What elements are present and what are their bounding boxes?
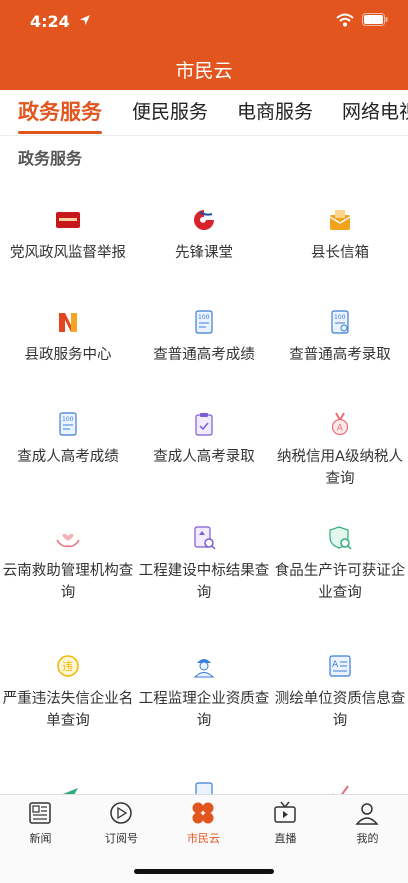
tabbar-item-live[interactable]: 直播: [245, 795, 326, 851]
user-icon: [355, 803, 379, 825]
service-item-partial-2[interactable]: [136, 764, 272, 794]
tabbar-item-news[interactable]: 新闻: [0, 795, 81, 851]
service-item-pioneer-class[interactable]: 先锋课堂: [136, 190, 272, 292]
status-time: 4:24: [30, 12, 70, 31]
tab-ecommerce-services[interactable]: 电商服务: [237, 90, 313, 135]
service-center-logo-icon: [59, 313, 77, 332]
news-icon: [29, 802, 51, 824]
document-icon: [195, 782, 213, 794]
document-search-icon: [194, 526, 216, 550]
tab-network-tv[interactable]: 网络电视: [342, 90, 408, 135]
service-item-service-center[interactable]: 县政服务中心: [0, 292, 136, 394]
clover-icon: [192, 802, 214, 824]
service-item-rescue-agency[interactable]: 云南救助管理机构查询: [0, 508, 136, 610]
section-title: 政务服务: [18, 149, 83, 168]
battery-icon: [362, 13, 388, 26]
hands-heart-icon: [56, 533, 80, 548]
check-icon: [332, 785, 349, 794]
location-arrow-icon: [80, 15, 90, 25]
violation-badge-icon: 违: [57, 655, 79, 677]
subscription-icon: [110, 802, 132, 824]
service-item-dishonest-enterprise[interactable]: 违 严重违法失信企业名单查询: [0, 636, 136, 738]
page-title: 市民云: [175, 60, 233, 82]
svg-text:违: 违: [62, 660, 73, 673]
service-item-discipline-report[interactable]: 党风政风监督举报: [0, 190, 136, 292]
active-tab-indicator: [18, 131, 102, 134]
tabbar-item-subscription[interactable]: 订阅号: [81, 795, 162, 851]
category-tabs: 政务服务 便民服务 电商服务 网络电视: [0, 90, 408, 136]
svg-text:A: A: [337, 424, 344, 434]
clipboard-check-icon: [195, 413, 213, 436]
tab-convenience-services[interactable]: 便民服务: [132, 90, 208, 135]
survey-icon: A: [329, 655, 351, 677]
score-sheet-icon: 100: [59, 412, 77, 436]
svg-text:100: 100: [334, 314, 346, 321]
wifi-icon: [336, 13, 354, 27]
svg-text:100: 100: [198, 314, 210, 321]
admission-sheet-icon: 100: [331, 310, 349, 334]
service-item-adult-exam-score[interactable]: 100 查成人高考成绩: [0, 394, 136, 496]
tv-icon: [274, 801, 296, 823]
service-item-tax-credit[interactable]: A 纳税信用A级纳税人查询: [272, 394, 408, 496]
service-item-gaokao-admission[interactable]: 100 查普通高考录取: [272, 292, 408, 394]
service-item-supervision-qualification[interactable]: 工程监理企业资质查询: [136, 636, 272, 738]
service-item-mayor-mailbox[interactable]: 县长信箱: [272, 190, 408, 292]
header-bar: 4:24 市民云: [0, 0, 408, 90]
svg-text:A: A: [332, 660, 339, 670]
medal-icon: A: [331, 412, 349, 436]
service-item-surveying-qualification[interactable]: A 测绘单位资质信息查询: [272, 636, 408, 738]
service-item-food-license[interactable]: 食品生产许可获证企业查询: [272, 508, 408, 610]
tabbar-item-mine[interactable]: 我的: [327, 795, 408, 851]
report-badge-icon: [56, 212, 80, 228]
plane-icon: [63, 788, 78, 794]
service-grid: 党风政风监督举报 先锋课堂 县长信箱 县政服务中心 100 查普通高考成绩 10…: [0, 190, 408, 794]
shield-search-icon: [329, 526, 352, 550]
service-item-adult-exam-admission[interactable]: 查成人高考录取: [136, 394, 272, 496]
svg-text:100: 100: [62, 416, 74, 423]
service-item-partial-1[interactable]: [0, 764, 136, 794]
status-bar: 4:24: [0, 0, 408, 44]
score-sheet-icon: 100: [195, 310, 213, 334]
home-indicator: [134, 869, 274, 874]
tabbar-item-citizen-cloud[interactable]: 市民云: [163, 795, 244, 851]
engineer-icon: [193, 659, 215, 678]
mailbox-icon: [329, 210, 351, 230]
tab-government-services[interactable]: 政务服务: [18, 90, 102, 135]
service-item-gaokao-score[interactable]: 100 查普通高考成绩: [136, 292, 272, 394]
service-item-bid-results[interactable]: 工程建设中标结果查询: [136, 508, 272, 610]
pioneer-logo-icon: [194, 210, 214, 230]
service-item-partial-3[interactable]: [272, 764, 408, 794]
